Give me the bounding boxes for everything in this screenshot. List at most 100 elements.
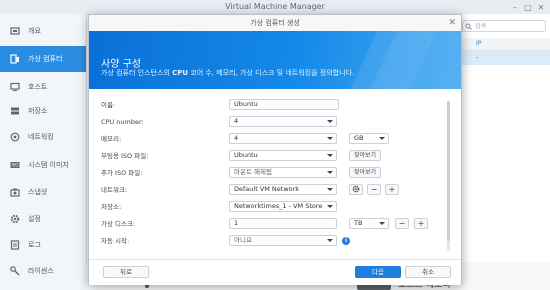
sidebar-item-label: 가상 컴퓨터 (28, 55, 63, 63)
sidebar-item-log[interactable]: 로그 (0, 232, 86, 258)
sidebar-item-images[interactable]: ISO 시스템 이미지 (0, 152, 86, 178)
key-icon (10, 266, 20, 276)
sidebar-item-label: 시스템 이미지 (28, 161, 69, 169)
chevron-down-icon (327, 171, 333, 174)
name-field[interactable]: Ubuntu (229, 99, 339, 110)
chevron-down-icon (327, 120, 333, 123)
close-window-icon[interactable]: ✕ (536, 3, 546, 12)
memory-select[interactable]: 4 (229, 133, 337, 144)
sidebar-item-label: 개요 (28, 27, 41, 35)
boot-iso-select[interactable]: Ubuntu (229, 150, 337, 161)
add-network-button[interactable]: + (385, 184, 399, 195)
minimize-icon[interactable]: – (510, 3, 520, 12)
sidebar-item-label: 스냅샷 (28, 188, 48, 196)
sidebar-item-storage[interactable]: 저장소 (0, 98, 86, 124)
add-disk-button[interactable]: + (414, 218, 428, 229)
image-icon: ISO (10, 160, 20, 170)
maximize-icon[interactable]: □ (523, 3, 533, 12)
extra-iso-browse-button[interactable]: 찾아보기 (349, 167, 381, 178)
create-vm-dialog: 가상 컴퓨터 생성 ✕ 사양 구성 가상 컴퓨터 인스턴스의 CPU 코어 수,… (88, 14, 462, 285)
autostart-value: 아니요 (234, 236, 252, 244)
sidebar-item-snapshots[interactable]: 스냅샷 (0, 179, 86, 205)
plus-icon: + (417, 219, 425, 228)
sidebar-item-license[interactable]: 라이센스 (0, 258, 86, 284)
snapshot-icon (10, 187, 20, 197)
sidebar-item-label: 네트워킹 (28, 133, 54, 141)
disk-size-field[interactable]: 1 (229, 218, 337, 229)
app-titlebar: Virtual Machine Manager – □ ✕ (0, 0, 550, 15)
vm-icon (10, 54, 20, 64)
remove-disk-button[interactable]: − (395, 218, 409, 229)
minus-icon: − (398, 219, 406, 228)
network-label: 네트워크: (101, 186, 128, 194)
svg-text:ISO: ISO (12, 163, 19, 168)
window-controls: – □ ✕ (510, 0, 546, 14)
extra-iso-label: 추가 ISO 파일: (101, 169, 143, 177)
storage-value: Networktimes_1 - VM Store (234, 202, 323, 210)
search-placeholder: 검색 (475, 23, 487, 30)
autostart-select[interactable]: 아니요 (229, 235, 337, 246)
sidebar-item-overview[interactable]: 개요 (0, 18, 86, 44)
column-header-ip[interactable]: IP (476, 38, 481, 50)
form-row-name: 이름: Ubuntu (101, 99, 441, 111)
dialog-titlebar: 가상 컴퓨터 생성 ✕ (89, 15, 461, 32)
disk-unit-value: TB (354, 219, 363, 227)
sidebar-item-networking[interactable]: 네트워킹 (0, 124, 86, 150)
network-value: Default VM Network (234, 185, 300, 193)
storage-label: 저장소: (101, 203, 122, 211)
sidebar-item-hosts[interactable]: 호스트 (0, 74, 86, 100)
cpu-select[interactable]: 4 (229, 116, 337, 127)
sidebar: 개요 가상 컴퓨터 호스트 저장소 네트워킹 ISO 시스템 이미지 스냅샷 설… (0, 14, 87, 290)
sidebar-item-virtual-machines[interactable]: 가상 컴퓨터 (0, 46, 86, 72)
close-icon[interactable]: ✕ (448, 15, 456, 31)
extra-iso-select[interactable]: 마운트 해제됨 (229, 167, 337, 178)
scrollbar-thumb[interactable] (447, 101, 450, 241)
host-icon (10, 82, 20, 92)
dialog-banner: 사양 구성 가상 컴퓨터 인스턴스의 CPU 코어 수, 메모리, 가상 디스크… (89, 31, 461, 89)
banner-subtitle-bold: CPU (172, 69, 189, 77)
extra-iso-value: 마운트 해제됨 (234, 168, 272, 176)
sidebar-item-label: 저장소 (28, 107, 48, 115)
table-row[interactable] (459, 51, 550, 65)
memory-unit-select[interactable]: GB (349, 133, 389, 144)
overview-icon (10, 26, 20, 36)
form-row-boot-iso: 부팅용 ISO 파일: Ubuntu 찾아보기 (101, 150, 441, 162)
network-select[interactable]: Default VM Network (229, 184, 337, 195)
search-input[interactable]: 검색 (462, 20, 546, 32)
search-icon (465, 23, 472, 35)
gear-icon (10, 214, 20, 224)
boot-iso-browse-button[interactable]: 찾아보기 (349, 150, 381, 161)
chevron-down-icon (327, 154, 333, 157)
chevron-down-icon (327, 239, 333, 242)
table-cell-ip: - (476, 54, 479, 62)
form-row-autostart: 자동 시작: 아니요 i (101, 235, 441, 247)
info-icon[interactable]: i (342, 237, 350, 245)
sidebar-item-label: 호스트 (28, 83, 48, 91)
network-settings-button[interactable] (349, 184, 363, 195)
plus-icon: + (388, 185, 396, 194)
dialog-title: 가상 컴퓨터 생성 (250, 19, 300, 27)
chevron-down-icon (327, 188, 333, 191)
next-button[interactable]: 다음 (355, 266, 401, 278)
memory-label: 메모리: (101, 135, 122, 143)
sidebar-item-settings[interactable]: 설정 (0, 206, 86, 232)
disk-label: 가상 디스크: (101, 220, 136, 228)
storage-select[interactable]: Networktimes_1 - VM Store (229, 201, 337, 212)
form-row-network: 네트워크: Default VM Network − + (101, 184, 441, 196)
boot-iso-label: 부팅용 ISO 파일: (101, 152, 149, 160)
log-icon (10, 240, 20, 250)
form-row-cpu: CPU number: 4 (101, 116, 441, 128)
back-button[interactable]: 뒤로 (103, 266, 149, 278)
sidebar-item-label: 라이센스 (28, 267, 54, 275)
form-scrollbar[interactable] (447, 101, 450, 251)
remove-network-button[interactable]: − (367, 184, 381, 195)
dialog-footer: 뒤로 다음 취소 (89, 259, 461, 285)
banner-subtitle: 가상 컴퓨터 인스턴스의 CPU 코어 수, 메모리, 가상 디스크 및 네트워… (101, 68, 354, 78)
disk-unit-select[interactable]: TB (349, 218, 389, 229)
cancel-button[interactable]: 취소 (405, 266, 451, 278)
cpu-label: CPU number: (101, 118, 144, 126)
autostart-label: 자동 시작: (101, 237, 130, 245)
chevron-down-icon (379, 222, 385, 225)
boot-iso-value: Ubuntu (234, 151, 258, 159)
memory-unit-value: GB (354, 134, 364, 142)
